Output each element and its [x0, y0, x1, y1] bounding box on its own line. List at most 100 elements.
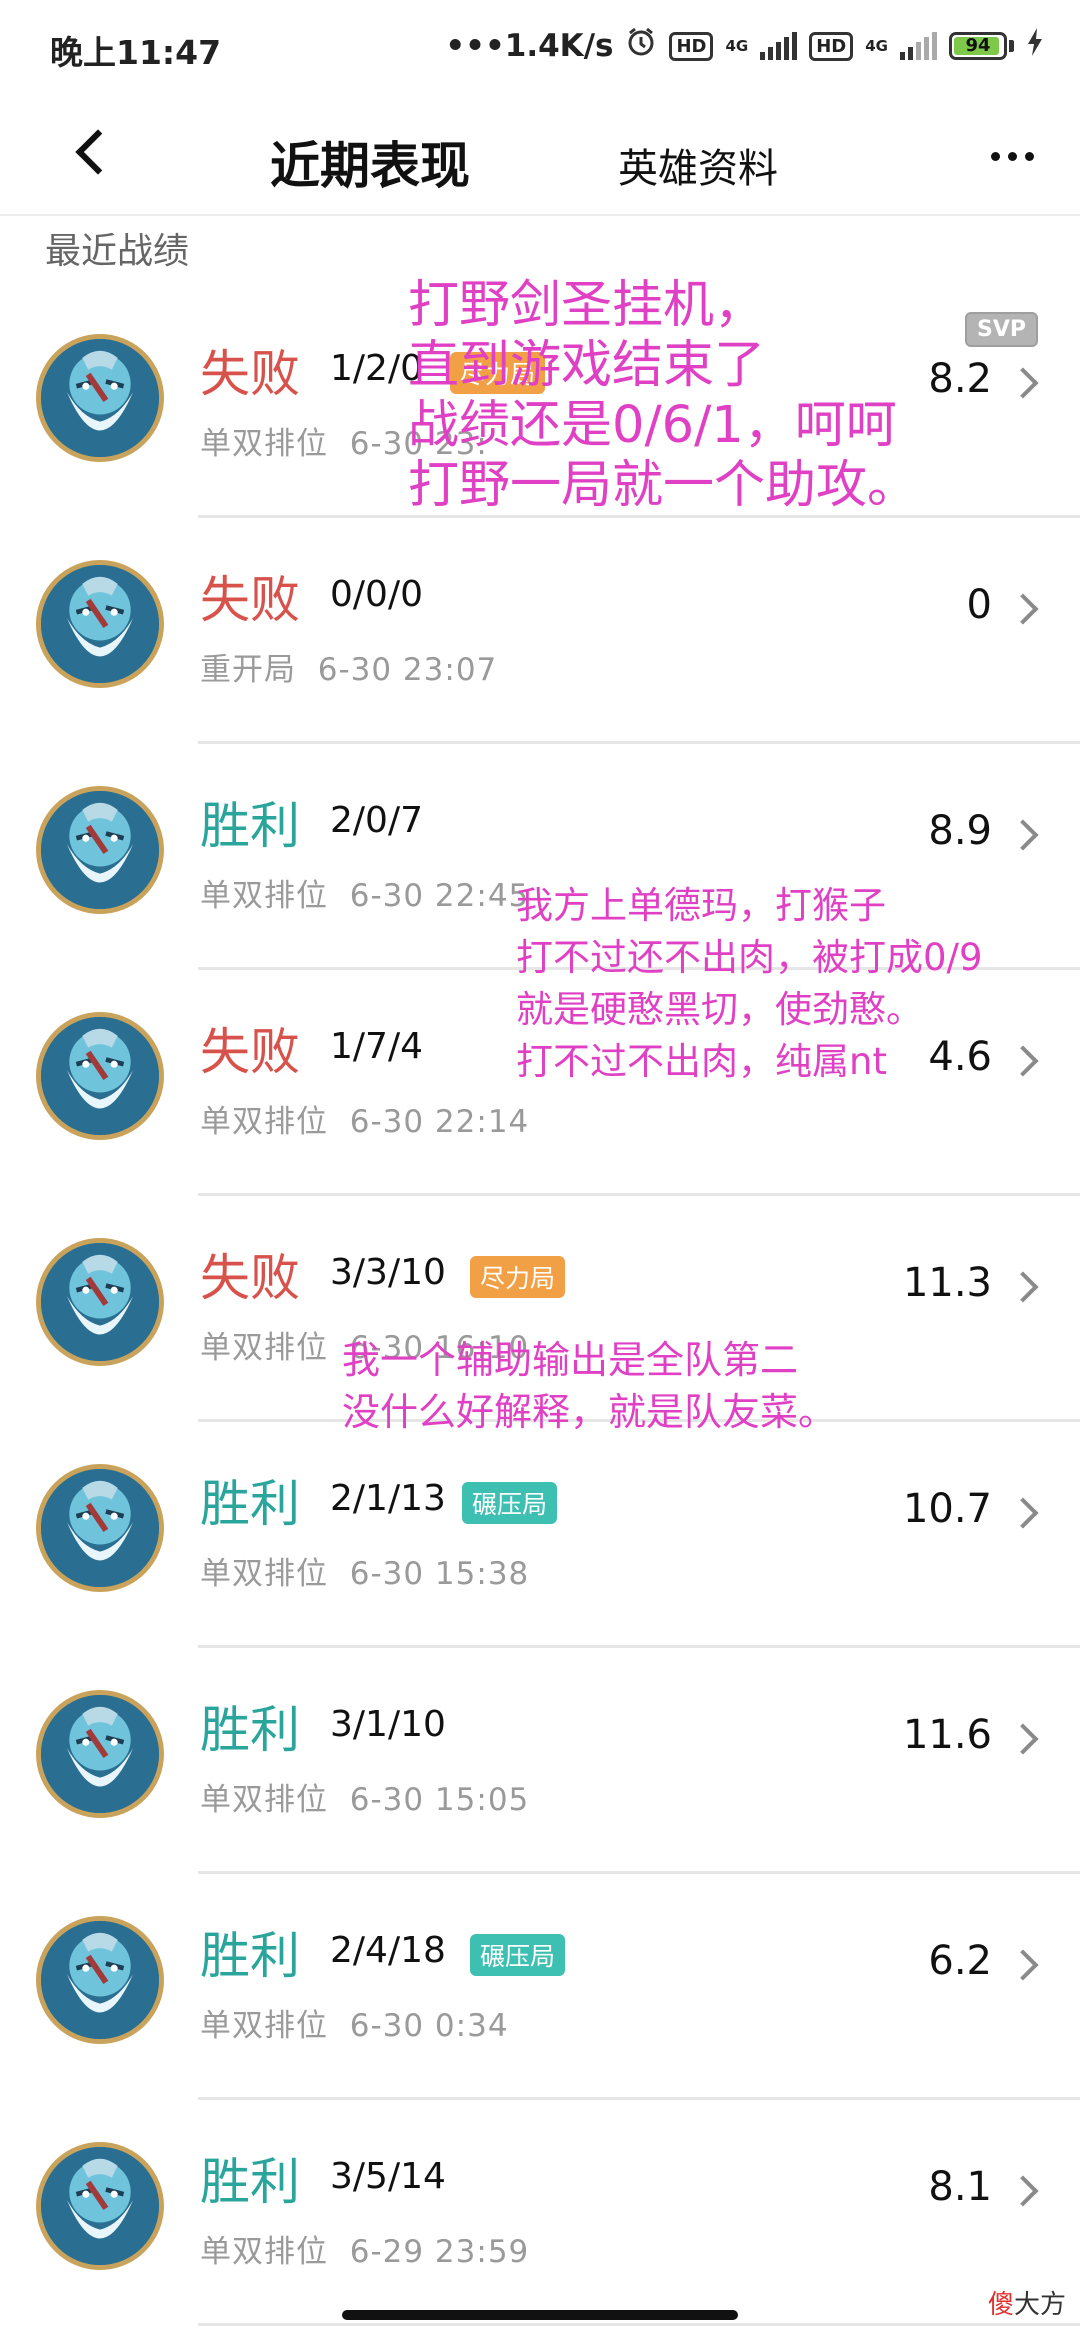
match-meta: 重开局 6-30 23:07: [200, 644, 497, 689]
match-time: 6-30 15:38: [349, 1556, 530, 1592]
match-mode: 单双排位: [200, 878, 328, 914]
match-row[interactable]: 胜利 2/1/13 碾压局单双排位 6-30 15:38 10.7: [0, 1422, 1080, 1648]
match-mode: 单双排位: [200, 2008, 328, 2044]
net-type: 4G: [865, 37, 888, 55]
net-speed: •••1.4K/s: [445, 28, 614, 64]
chevron-right-icon: [1007, 593, 1039, 625]
match-kda: 2/0/7: [330, 800, 423, 841]
match-time: 6-30 23:07: [317, 652, 498, 688]
match-score: 11.6: [902, 1712, 992, 1758]
match-mode: 重开局: [200, 652, 296, 688]
status-icons: •••1.4K/s HD 4G HD 4G 94: [445, 26, 1044, 66]
chevron-right-icon: [1007, 1045, 1039, 1077]
charging-icon: [1026, 27, 1044, 65]
match-kda: 2/4/18: [330, 1930, 446, 1971]
hero-avatar: [36, 1464, 164, 1592]
match-kda: 1/7/4: [330, 1026, 423, 1067]
match-time: 6-30 15:05: [349, 1782, 530, 1818]
match-meta: 单双排位 6-30 22:45: [200, 870, 529, 915]
match-result: 失败: [200, 345, 300, 403]
nav-bar: 近期表现 英雄资料: [0, 96, 1080, 216]
match-mode: 单双排位: [200, 1104, 328, 1140]
signal-icon: [900, 32, 937, 60]
match-kda: 3/5/14: [330, 2156, 446, 2197]
match-score: 10.7: [902, 1486, 992, 1532]
row-divider: [198, 2323, 1080, 2326]
hero-avatar: [36, 786, 164, 914]
match-mode: 单双排位: [200, 2234, 328, 2270]
match-meta: 单双排位 6-30 22:14: [200, 1096, 529, 1141]
chevron-right-icon: [1007, 1271, 1039, 1303]
match-result: 胜利: [200, 1475, 300, 1533]
signal-icon: [760, 32, 798, 60]
match-time: 6-30 22:45: [349, 878, 530, 914]
match-score: 11.3: [902, 1260, 992, 1306]
annotation-note-3: 我一个辅助输出是全队第二 没什么好解释，就是队友菜。: [342, 1338, 837, 1434]
hero-avatar: [36, 1238, 164, 1366]
hero-avatar: [36, 334, 164, 462]
annotation-note-2: 我方上单德玛，打猴子 打不过还不出肉，被打成0/9 就是硬憨黑切，使劲憨。 打不…: [516, 884, 983, 1083]
chevron-right-icon: [1007, 819, 1039, 851]
match-mode: 单双排位: [200, 1782, 328, 1818]
match-score: 8.1: [928, 2164, 992, 2210]
match-result: 胜利: [200, 1927, 300, 1985]
match-meta: 单双排位 6-30 15:05: [200, 1774, 529, 1819]
status-bar: 晚上11:47 •••1.4K/s HD 4G HD 4G 94: [0, 0, 1080, 96]
annotation-note-1: 打野剑圣挂机， 直到游戏结束了 战绩还是0/6/1，呵呵 打野一局就一个助攻。: [408, 276, 919, 515]
match-meta: 单双排位 6-30 15:38: [200, 1548, 529, 1593]
hd-badge: HD: [669, 31, 714, 61]
match-row[interactable]: 胜利 2/4/18 碾压局单双排位 6-30 0:34 6.2: [0, 1874, 1080, 2100]
match-tag: 碾压局: [462, 1482, 558, 1524]
status-time: 晚上11:47: [50, 33, 222, 72]
hero-avatar: [36, 1916, 164, 2044]
match-mode: 单双排位: [200, 1330, 328, 1366]
hero-avatar: [36, 1690, 164, 1818]
hero-avatar: [36, 1012, 164, 1140]
match-result: 胜利: [200, 1701, 300, 1759]
match-mode: 单双排位: [200, 426, 328, 462]
chevron-right-icon: [1007, 367, 1039, 399]
match-kda: 2/1/13: [330, 1478, 446, 1519]
svp-badge: SVP: [965, 312, 1038, 347]
match-result: 胜利: [200, 797, 300, 855]
match-result: 失败: [200, 1023, 300, 1081]
match-time: 6-30 0:34: [349, 2008, 509, 2044]
battery-icon: 94: [949, 32, 1014, 60]
match-tag: 碾压局: [470, 1934, 566, 1976]
watermark: 傻大方: [987, 2290, 1066, 2320]
more-dots-icon[interactable]: [991, 152, 1034, 161]
match-result: 失败: [200, 571, 300, 629]
match-score: 6.2: [928, 1938, 992, 1984]
chevron-right-icon: [1007, 1723, 1039, 1755]
match-meta: 单双排位 6-29 23:59: [200, 2226, 529, 2271]
match-score: 8.9: [928, 808, 992, 854]
match-kda: 3/1/10: [330, 1704, 446, 1745]
alarm-icon: [625, 26, 657, 66]
match-score: 0: [966, 582, 992, 628]
chevron-right-icon: [1007, 1497, 1039, 1529]
match-row[interactable]: 胜利 3/1/10 单双排位 6-30 15:05 11.6: [0, 1648, 1080, 1874]
hero-avatar: [36, 560, 164, 688]
match-mode: 单双排位: [200, 1556, 328, 1592]
match-result: 失败: [200, 1249, 300, 1307]
hd-badge: HD: [809, 31, 854, 61]
chevron-right-icon: [1007, 1949, 1039, 1981]
match-tag: 尽力局: [470, 1256, 566, 1298]
chevron-right-icon: [1007, 2175, 1039, 2207]
match-row[interactable]: 胜利 3/5/14 单双排位 6-29 23:59 8.1: [0, 2100, 1080, 2326]
match-meta: 单双排位 6-30 0:34: [200, 2000, 509, 2045]
battery-level: 94: [965, 35, 991, 56]
match-time: 6-30 22:14: [349, 1104, 530, 1140]
section-title: 最近战绩: [45, 231, 190, 272]
back-button[interactable]: [66, 122, 126, 182]
home-indicator[interactable]: [342, 2310, 738, 2320]
match-score: 8.2: [928, 356, 992, 402]
tab-recent-performance[interactable]: 近期表现: [270, 126, 470, 198]
match-time: 6-29 23:59: [349, 2234, 530, 2270]
match-row[interactable]: 失败 0/0/0 重开局 6-30 23:07 0: [0, 518, 1080, 744]
match-kda: 0/0/0: [330, 574, 423, 615]
tab-hero-info[interactable]: 英雄资料: [618, 136, 778, 194]
match-kda: 3/3/10: [330, 1252, 446, 1293]
net-type: 4G: [725, 37, 749, 55]
hero-avatar: [36, 2142, 164, 2270]
